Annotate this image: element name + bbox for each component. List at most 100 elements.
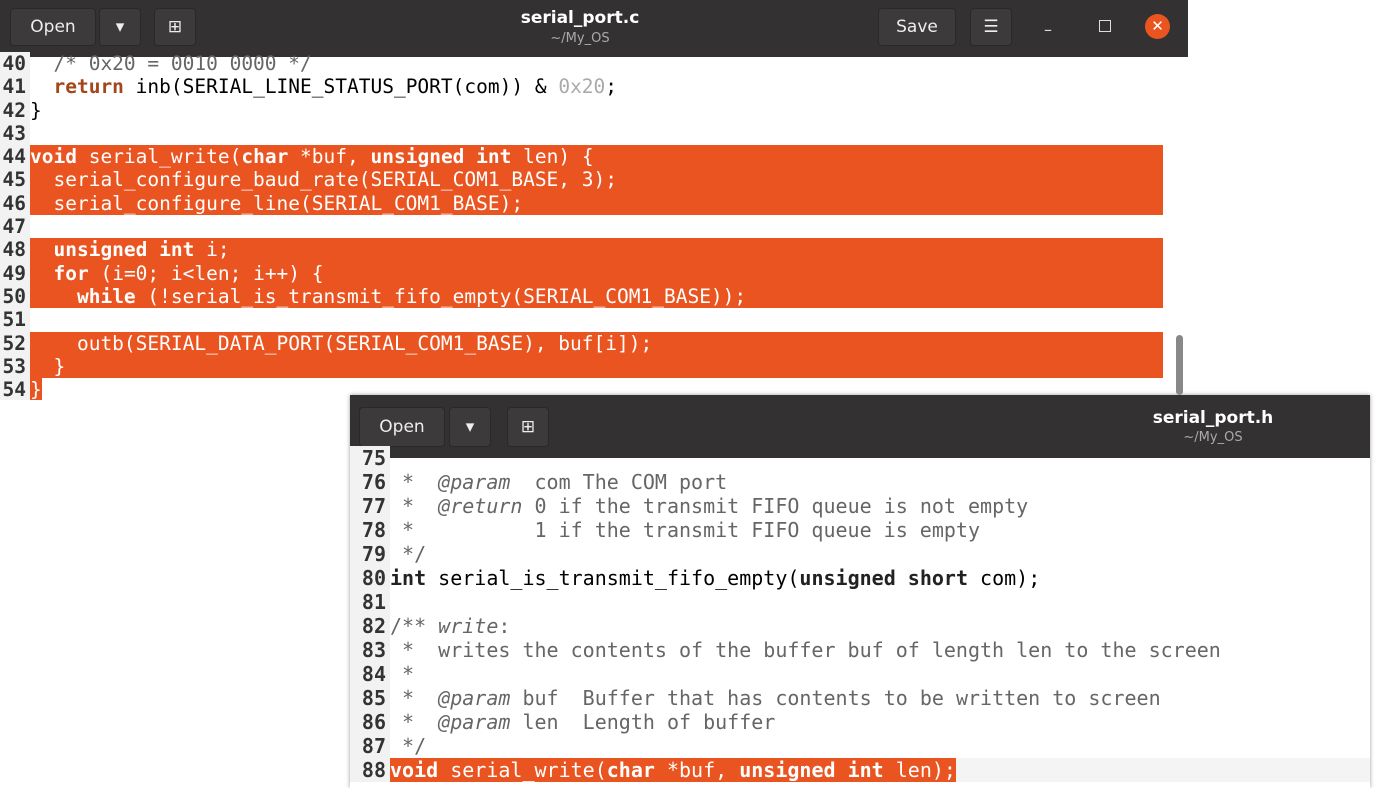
code-line: 79 */ — [350, 542, 1370, 566]
code-token: (!serial_is_transmit_fifo_empty(SERIAL_C… — [135, 284, 747, 308]
line-number: 45 — [0, 168, 30, 192]
code-line: 77 * @return 0 if the transmit FIFO queu… — [350, 494, 1370, 518]
serial-port-c-window: Open ▾ ⊞ serial_port.c ~/My_OS Save ☰ – … — [0, 0, 1188, 400]
code-token: (i=0; i<len; i++) { — [88, 261, 324, 285]
line-number: 79 — [350, 542, 390, 566]
code-token: @param — [438, 686, 511, 710]
code-token: * — [390, 662, 415, 686]
line-text: * writes the contents of the buffer buf … — [390, 638, 1221, 662]
line-number: 51 — [0, 308, 30, 332]
code-line: 46 serial_configure_line(SERIAL_COM1_BAS… — [0, 191, 1188, 216]
code-token: @param — [438, 470, 511, 494]
line-number: 48 — [0, 238, 30, 262]
code-token: unsigned int — [370, 145, 512, 169]
code-token: len) { — [511, 145, 594, 169]
line-text: } — [30, 354, 1163, 379]
code-token: @param — [438, 710, 511, 734]
code-token: while — [76, 284, 136, 308]
chevron-down-icon: ▾ — [465, 417, 475, 437]
line-number: 54 — [0, 378, 30, 400]
line-number: 77 — [350, 494, 390, 518]
close-button[interactable]: ✕ — [1145, 14, 1170, 39]
code-token: serial_configure_baud_rate(SERIAL_COM1_B… — [30, 168, 617, 192]
line-number: 81 — [350, 590, 390, 614]
open-button[interactable]: Open — [10, 8, 96, 46]
new-tab-button[interactable]: ⊞ — [507, 407, 549, 447]
line-text: unsigned int i; — [30, 238, 1163, 262]
window-path: ~/My_OS — [1183, 430, 1243, 445]
code-token: * — [390, 494, 439, 518]
minimize-button[interactable]: – — [1044, 20, 1052, 39]
open-button[interactable]: Open — [359, 407, 445, 447]
line-number: 49 — [0, 261, 30, 285]
line-text: } — [30, 99, 42, 122]
new-tab-button[interactable]: ⊞ — [154, 8, 196, 46]
code-line: 75 — [350, 446, 1370, 470]
code-token: * writes the contents of the buffer buf … — [390, 638, 1221, 662]
line-number: 47 — [0, 215, 30, 239]
code-token: buf Buffer that has contents to be writt… — [510, 686, 1161, 710]
line-number: 85 — [350, 686, 390, 710]
maximize-button[interactable] — [1099, 20, 1111, 32]
line-text: return inb(SERIAL_LINE_STATUS_PORT(com))… — [30, 75, 617, 98]
line-number: 75 — [350, 446, 390, 470]
save-button[interactable]: Save — [878, 8, 956, 46]
line-number: 80 — [350, 566, 390, 590]
hamburger-menu-icon: ☰ — [983, 17, 999, 37]
code-line: 82/** write: — [350, 614, 1370, 638]
line-number: 46 — [0, 191, 30, 216]
line-text: * 1 if the transmit FIFO queue is empty — [390, 518, 980, 542]
code-line: 49 for (i=0; i<len; i++) { — [0, 261, 1188, 285]
line-text: /* 0x20 = 0010 0000 */ — [30, 52, 311, 75]
open-dropdown-button[interactable]: ▾ — [99, 8, 141, 46]
scrollbar[interactable] — [1176, 335, 1183, 395]
code-token: i; — [194, 238, 230, 262]
line-text: /** write: — [390, 614, 510, 638]
code-token: com The COM port — [510, 470, 728, 494]
code-token: : — [498, 614, 511, 638]
code-token: for — [53, 261, 89, 285]
code-token: unsigned int — [739, 758, 884, 782]
code-line: 40 /* 0x20 = 0010 0000 */ — [0, 52, 1188, 76]
code-line: 84 * — [350, 662, 1370, 686]
open-dropdown-button[interactable]: ▾ — [449, 407, 491, 447]
code-token: serial_write( — [76, 145, 242, 169]
code-token: *buf, — [288, 145, 371, 169]
code-token: int — [390, 566, 427, 590]
line-number: 88 — [350, 758, 390, 782]
line-number: 40 — [0, 52, 30, 76]
code-token: */ — [390, 734, 427, 758]
code-token: char — [241, 145, 289, 169]
menu-button[interactable]: ☰ — [970, 8, 1012, 46]
line-text: for (i=0; i<len; i++) { — [30, 261, 1163, 285]
line-text: while (!serial_is_transmit_fifo_empty(SE… — [30, 284, 1163, 309]
code-line: 42} — [0, 98, 1188, 122]
code-token: } — [30, 98, 42, 122]
code-line: 86 * @param len Length of buffer — [350, 710, 1370, 734]
code-token: len); — [883, 758, 956, 782]
code-token: *buf, — [654, 758, 740, 782]
code-line: 41 return inb(SERIAL_LINE_STATUS_PORT(co… — [0, 75, 1188, 99]
line-text: * — [390, 662, 414, 686]
code-token: @return — [438, 494, 523, 518]
line-number: 76 — [350, 470, 390, 494]
new-document-icon: ⊞ — [520, 417, 536, 437]
serial-port-h-window: Open ▾ ⊞ serial_port.h ~/My_OS 75 76 * @p… — [350, 395, 1370, 788]
header-bar: Open ▾ ⊞ serial_port.c ~/My_OS Save ☰ – … — [0, 0, 1188, 57]
code-line: 76 * @param com The COM port — [350, 470, 1370, 494]
code-token: */ — [390, 542, 427, 566]
line-text: */ — [390, 542, 426, 566]
code-editor[interactable]: 40 /* 0x20 = 0010 0000 */41 return inb(S… — [0, 52, 1188, 400]
code-token: * 1 if the transmit FIFO queue is empty — [390, 518, 981, 542]
code-line: 52 outb(SERIAL_DATA_PORT(SERIAL_COM1_BAS… — [0, 331, 1188, 355]
code-token: * — [390, 686, 439, 710]
code-line: 88 void serial_write(char *buf, unsigned … — [350, 758, 1370, 782]
code-token: ; — [605, 75, 618, 99]
line-number: 86 — [350, 710, 390, 734]
code-token: char — [606, 758, 655, 782]
code-editor[interactable]: 75 76 * @param com The COM port 77 * @retu… — [350, 446, 1370, 782]
code-token: * — [390, 710, 439, 734]
code-line: 48 unsigned int i; — [0, 238, 1188, 262]
